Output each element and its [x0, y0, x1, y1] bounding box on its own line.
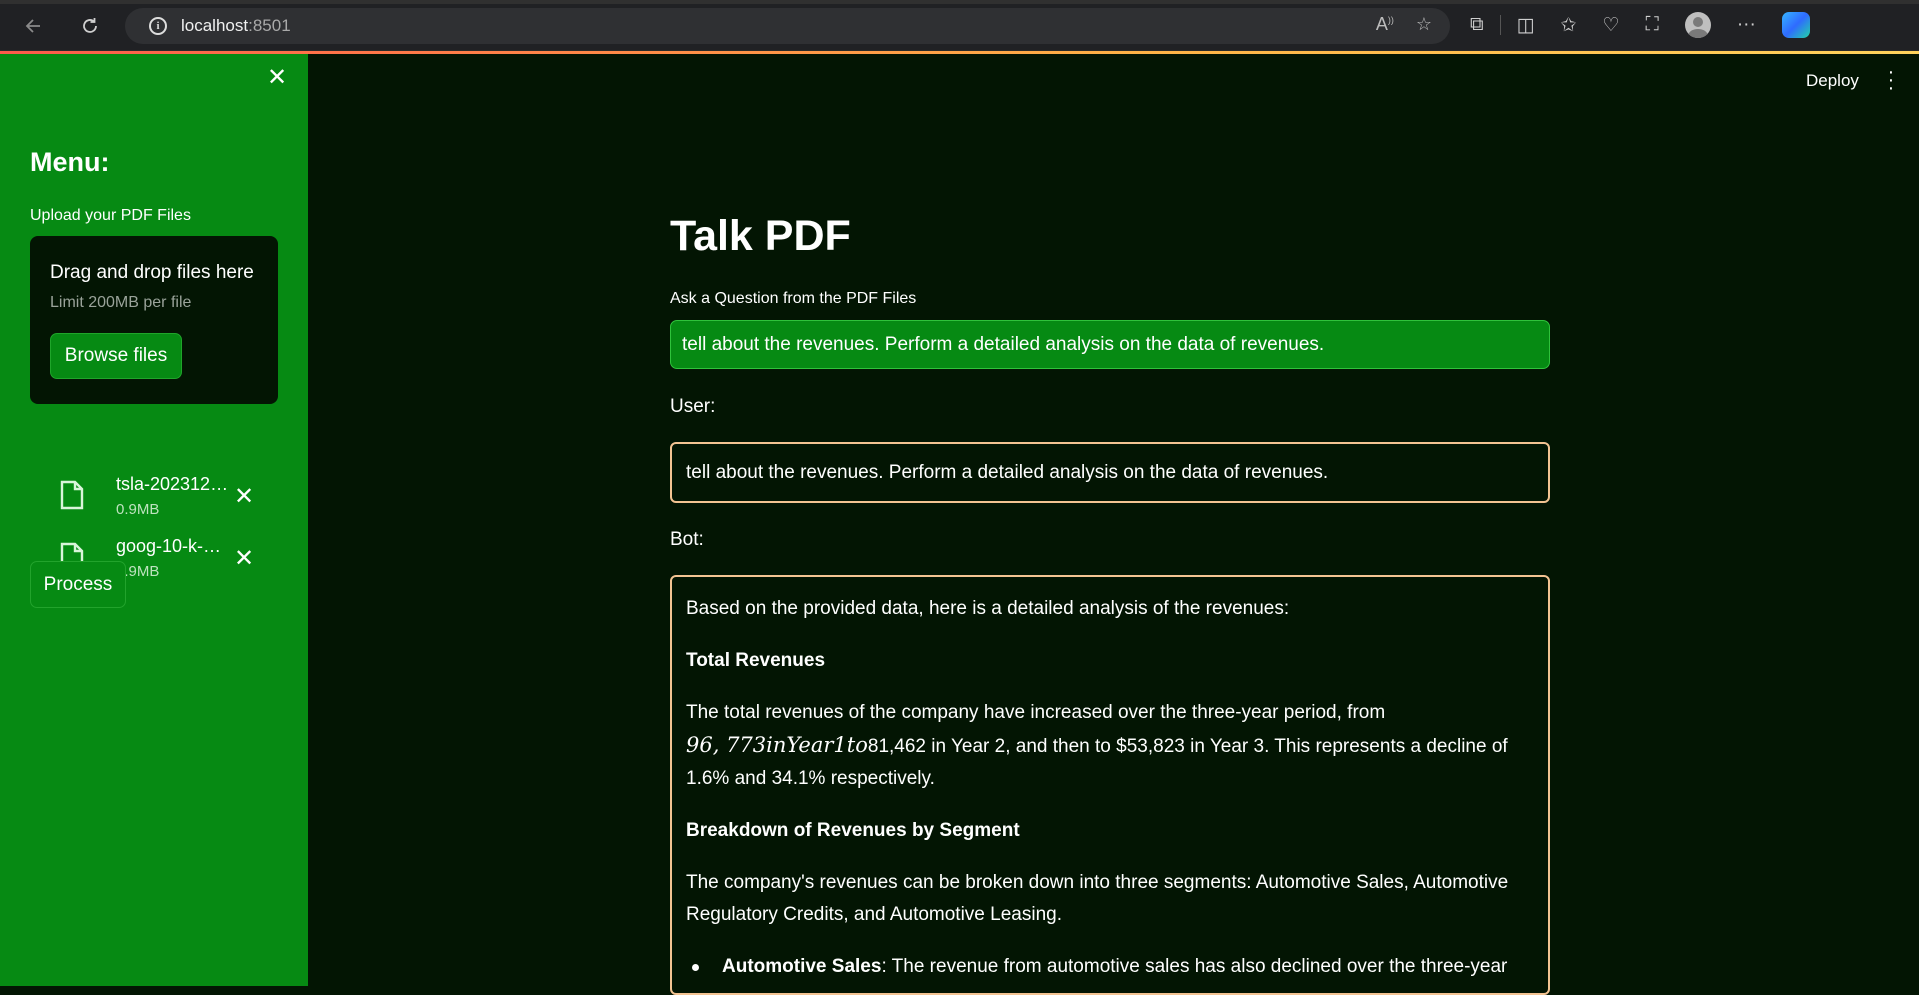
bot-label: Bot: [670, 529, 704, 550]
url-text: localhost:8501 [181, 16, 291, 35]
toolbar-divider [1499, 15, 1501, 35]
file-icon [60, 480, 84, 510]
favorites-icon[interactable]: ✩ [1561, 14, 1577, 37]
browse-files-button[interactable]: Browse files [50, 333, 182, 379]
page-title: Talk PDF [670, 212, 851, 260]
sidebar-menu-title: Menu: [30, 147, 110, 177]
process-button[interactable]: Process [30, 561, 126, 608]
remove-file-icon[interactable]: ✕ [232, 544, 256, 573]
bot-response: Based on the provided data, here is a de… [670, 575, 1550, 995]
file-dropzone[interactable]: Drag and drop files here Limit 200MB per… [30, 236, 278, 404]
file-size: 0.9MB [116, 501, 160, 518]
back-arrow-icon[interactable] [18, 10, 50, 42]
file-name: tsla-202312… [116, 474, 229, 494]
list-item: Automotive Sales: The revenue from autom… [686, 951, 1534, 983]
bot-heading-total-revenues: Total Revenues [686, 650, 826, 671]
copilot-icon[interactable] [1781, 12, 1810, 38]
browser-essentials-icon[interactable]: ♡ [1602, 14, 1619, 37]
browser-toolbar: i localhost:8501 A)) ☆ ⧉ ◫ ✩ ♡ ⛶ ··· [0, 0, 1919, 51]
question-input[interactable]: tell about the revenues. Perform a detai… [670, 320, 1550, 369]
user-label: User: [670, 396, 716, 417]
tab-strip [0, 0, 1919, 4]
favorite-star-icon[interactable]: ☆ [1416, 14, 1432, 35]
more-menu-icon[interactable]: ··· [1737, 14, 1756, 36]
user-message: tell about the revenues. Perform a detai… [670, 442, 1550, 503]
dropzone-title: Drag and drop files here [50, 262, 254, 283]
address-bar[interactable]: i localhost:8501 A)) ☆ [125, 8, 1450, 44]
extensions-icon[interactable]: ⧉ [1470, 14, 1484, 36]
upload-label: Upload your PDF Files [30, 207, 191, 224]
uploaded-file-item: tsla-202312… 0.9MB ✕ [58, 474, 278, 526]
dropzone-limit: Limit 200MB per file [50, 294, 192, 311]
remove-file-icon[interactable]: ✕ [232, 482, 256, 511]
bot-paragraph: The company's revenues can be broken dow… [686, 872, 1509, 925]
site-info-icon[interactable]: i [149, 17, 167, 35]
refresh-icon[interactable] [74, 10, 106, 42]
close-sidebar-icon[interactable]: ✕ [265, 66, 289, 90]
deploy-button[interactable]: Deploy [1806, 71, 1859, 91]
main-menu-icon[interactable]: · · · [1886, 62, 1896, 98]
bot-paragraph: The total revenues of the company have i… [686, 702, 1508, 789]
file-name: goog-10-k-… [116, 536, 222, 556]
read-aloud-icon[interactable]: A)) [1376, 14, 1394, 35]
split-screen-icon[interactable]: ◫ [1517, 14, 1535, 37]
bot-heading-breakdown: Breakdown of Revenues by Segment [686, 820, 1020, 841]
screenshot-icon[interactable]: ⛶ [1646, 14, 1659, 36]
question-label: Ask a Question from the PDF Files [670, 290, 917, 307]
bot-intro: Based on the provided data, here is a de… [686, 598, 1290, 619]
profile-avatar-icon[interactable] [1684, 12, 1711, 38]
